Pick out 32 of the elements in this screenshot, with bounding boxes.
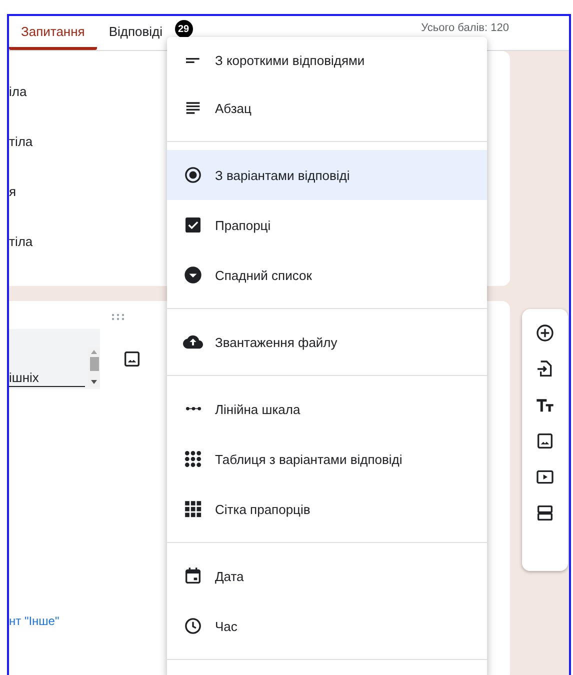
option-text: тіла: [9, 134, 33, 148]
add-circle-icon[interactable]: [535, 323, 555, 343]
menu-item[interactable]: Абзац: [167, 83, 487, 133]
dots-line-icon: [186, 407, 200, 411]
option-text: тіла: [9, 234, 33, 248]
image-icon[interactable]: [535, 431, 555, 451]
image-icon[interactable]: [122, 349, 142, 369]
clock-icon: [183, 616, 203, 636]
add-other-link[interactable]: нт "Інше": [9, 614, 60, 628]
menu-item[interactable]: Лінійна шкала: [167, 384, 487, 434]
menu-item[interactable]: Дата: [167, 551, 487, 601]
option-text: іла: [9, 84, 27, 98]
section-icon[interactable]: [535, 503, 555, 523]
total-points: Усього балів: 120: [421, 22, 509, 34]
menu-item[interactable]: Таблиця з варіантами відповіді: [167, 434, 487, 484]
menu-item[interactable]: Спадний список: [167, 250, 487, 300]
dot-grid-icon: [183, 449, 203, 469]
menu-item[interactable]: Час: [167, 601, 487, 651]
checkbox-icon: [183, 215, 203, 235]
radio-button-icon: [183, 165, 203, 185]
calendar-icon: [183, 566, 203, 586]
dropdown-icon: [183, 265, 203, 285]
text-field[interactable]: ішніх: [9, 329, 100, 389]
short-text-icon: [186, 58, 200, 62]
menu-item[interactable]: Сітка прапорців: [167, 484, 487, 534]
count-badge: 29: [174, 20, 193, 38]
square-grid-icon: [183, 499, 203, 519]
menu-item[interactable]: Прапорці: [167, 200, 487, 250]
menu-item[interactable]: Звантаження файлу: [167, 317, 487, 367]
menu-item[interactable]: З варіантами відповіді: [167, 150, 487, 200]
option-text: я: [9, 184, 16, 198]
drag-handle-icon[interactable]: [111, 313, 125, 321]
